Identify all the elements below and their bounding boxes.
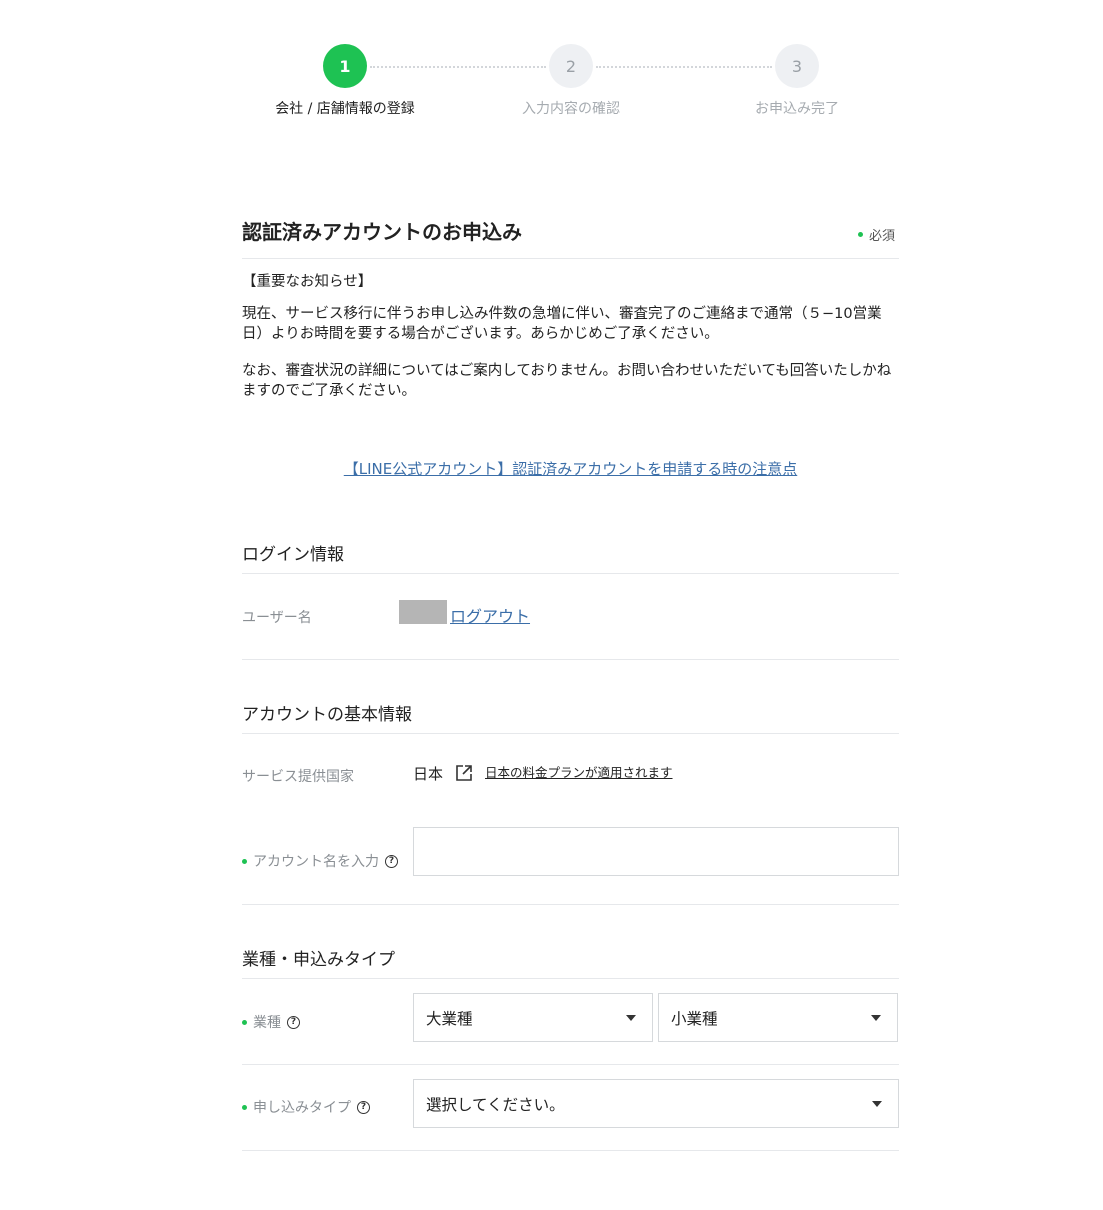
- username-masked-value: [399, 600, 447, 624]
- application-type-label-text: 申し込みタイプ: [253, 1100, 351, 1116]
- required-dot-icon: [858, 232, 863, 237]
- chevron-down-icon: [872, 1100, 882, 1107]
- stepper-step-2: 2: [549, 44, 593, 88]
- login-divider-bottom: [242, 659, 899, 660]
- username-label: ユーザー名: [242, 610, 312, 626]
- section-title-industry: 業種・申込みタイプ: [242, 950, 395, 970]
- notice-heading: 【重要なお知らせ】: [242, 274, 373, 290]
- logout-link[interactable]: ログアウト: [450, 603, 530, 627]
- external-link-icon[interactable]: [455, 764, 473, 782]
- required-dot-icon: [242, 1019, 247, 1025]
- required-legend: 必須: [858, 225, 895, 244]
- basic-divider-bottom: [242, 904, 899, 905]
- notice-paragraph-1: 現在、サービス移行に伴うお申し込み件数の急増に伴い、審査完了のご連絡まで通常（５…: [242, 306, 882, 342]
- section-title-login: ログイン情報: [242, 545, 344, 565]
- industry-divider-top: [242, 978, 899, 979]
- minor-industry-select[interactable]: 小業種: [658, 993, 898, 1042]
- chevron-down-icon: [871, 1014, 881, 1021]
- page-title: 認証済みアカウントのお申込み: [242, 220, 522, 244]
- application-type-select[interactable]: 選択してください。: [413, 1079, 899, 1128]
- industry-label-text: 業種: [253, 1015, 281, 1031]
- major-industry-select[interactable]: 大業種: [413, 993, 653, 1042]
- login-divider-top: [242, 573, 899, 574]
- application-type-select-value: 選択してください。: [426, 1095, 565, 1114]
- help-icon[interactable]: ?: [385, 854, 398, 868]
- industry-divider-bottom: [242, 1150, 899, 1151]
- basic-divider-top: [242, 733, 899, 734]
- required-dot-icon: [242, 1104, 247, 1110]
- chevron-down-icon: [626, 1014, 636, 1021]
- account-name-input[interactable]: [413, 827, 899, 876]
- stepper-label-1: 会社 / 店舗情報の登録: [275, 101, 415, 117]
- industry-label: 業種 ?: [242, 1012, 300, 1032]
- application-type-label: 申し込みタイプ ?: [242, 1097, 370, 1117]
- required-dot-icon: [242, 858, 247, 864]
- title-divider: [242, 258, 899, 259]
- major-industry-select-value: 大業種: [426, 1009, 473, 1028]
- minor-industry-select-value: 小業種: [671, 1009, 718, 1028]
- stepper-step-3: 3: [775, 44, 819, 88]
- industry-divider-middle: [242, 1064, 899, 1065]
- country-label: サービス提供国家: [242, 769, 354, 785]
- country-value: 日本: [413, 765, 444, 783]
- guide-link[interactable]: 【LINE公式アカウント】認証済みアカウントを申請する時の注意点: [242, 458, 899, 479]
- notice-paragraph-2: なお、審査状況の詳細についてはご案内しておりません。お問い合わせいただいても回答…: [242, 363, 892, 399]
- help-icon[interactable]: ?: [287, 1015, 300, 1029]
- stepper-label-2: 入力内容の確認: [522, 101, 620, 117]
- stepper-label-3: お申込み完了: [755, 101, 839, 117]
- stepper-step-1: 1: [323, 44, 367, 88]
- required-legend-label: 必須: [869, 229, 896, 244]
- plan-link[interactable]: 日本の料金プランが適用されます: [485, 762, 673, 781]
- account-name-label-text: アカウント名を入力: [253, 854, 379, 870]
- stepper-connector-1-2: [370, 66, 546, 68]
- section-title-basic: アカウントの基本情報: [242, 705, 412, 725]
- stepper-connector-2-3: [596, 66, 772, 68]
- account-name-label: アカウント名を入力 ?: [242, 851, 398, 871]
- help-icon[interactable]: ?: [357, 1100, 370, 1114]
